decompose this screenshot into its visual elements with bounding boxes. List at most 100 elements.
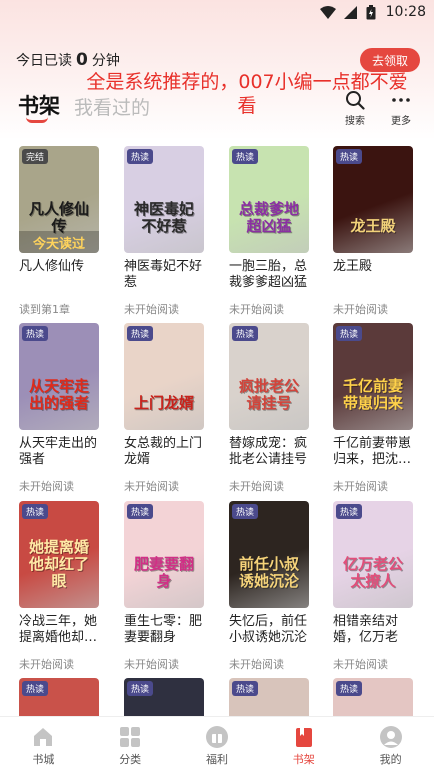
- book-cover[interactable]: 热读她提离婚他却红了眼: [19, 501, 99, 608]
- book-tag: 热读: [232, 681, 259, 696]
- book-tag: 热读: [22, 326, 49, 341]
- book-cover[interactable]: 热读龙王殿: [333, 146, 413, 253]
- book-item[interactable]: 热读 神医毒妃不好惹 神医毒妃不好惹 未开始阅读: [124, 146, 204, 317]
- nav-item-1[interactable]: 分类: [87, 717, 174, 771]
- book-cover[interactable]: 热读肥妻要翻身: [124, 501, 204, 608]
- book-tag: 热读: [127, 326, 154, 341]
- status-time: 10:28: [385, 4, 426, 20]
- book-item[interactable]: 热读 龙王殿 龙王殿 未开始阅读: [333, 146, 413, 317]
- book-item[interactable]: 热读 千亿前妻带崽归来千亿前妻带崽归来，把沈… 未开始阅读: [333, 323, 413, 494]
- book-cover[interactable]: 热读从天牢走出的强者: [19, 323, 99, 430]
- tab-bookshelf[interactable]: 书架: [18, 90, 60, 120]
- nav-label: 书架: [292, 753, 315, 766]
- cover-title-art: 亿万老公太撩人: [342, 555, 403, 590]
- read-today-banner: 今天读过: [19, 231, 99, 253]
- book-tag: 热读: [232, 326, 259, 341]
- book-title: 神医毒妃不好惹: [124, 259, 203, 290]
- cover-title-art: 龙王殿: [350, 217, 396, 235]
- nav-label: 分类: [119, 753, 142, 766]
- book-item[interactable]: 热读肥妻要翻身重生七零：肥妻要翻身未开始阅读: [124, 501, 204, 672]
- book-tag: 热读: [336, 504, 363, 519]
- book-cover[interactable]: 热读疯批老公请挂号: [229, 323, 309, 430]
- book-title: 龙王殿: [333, 259, 373, 274]
- nav-item-0[interactable]: 书城: [0, 717, 87, 771]
- read-prefix: 今日已读: [16, 53, 72, 69]
- book-read-status: 未开始阅读: [333, 303, 388, 316]
- book-item[interactable]: 完结 凡人修仙传 今天读过凡人修仙传读到第1章: [19, 146, 99, 317]
- book-title: 替嫁成宠：疯批老公请挂号: [229, 436, 308, 467]
- cover-title-art: 总裁爹地超凶猛: [238, 200, 299, 235]
- book-item[interactable]: 热读 她提离婚他却红了眼 冷战三年，她提离婚他却… 未开始阅读: [19, 501, 99, 672]
- more-button[interactable]: 更多: [384, 90, 418, 127]
- more-label: 更多: [391, 116, 411, 127]
- book-cover[interactable]: 热读亿万老公太撩人: [333, 501, 413, 608]
- nav-label: 福利: [205, 753, 228, 766]
- book-read-status: 未开始阅读: [229, 658, 284, 671]
- book-title: 从天牢走出的强者: [19, 436, 98, 467]
- wifi-icon: [320, 5, 336, 19]
- book-item[interactable]: 热读总裁爹地超凶猛一胞三胎，总裁爹爹超凶猛未开始阅读: [229, 146, 309, 317]
- status-icons: [320, 5, 376, 20]
- book-item[interactable]: 热读亿万老公太撩人相错亲结对婚，亿万老公… 未开始阅读: [333, 501, 413, 672]
- battery-icon: [366, 5, 376, 20]
- cover-title-art: 前任小叔诱她沉沦: [238, 555, 299, 590]
- nav-label: 我的: [379, 753, 402, 766]
- cover-title-art: 疯批老公请挂号: [238, 377, 299, 412]
- book-tag: 热读: [232, 149, 259, 164]
- category-icon: [118, 725, 142, 749]
- read-suffix: 分钟: [91, 53, 120, 69]
- search-button[interactable]: 搜索: [338, 90, 372, 127]
- book-item[interactable]: 热读 上门龙婿 女总裁的上门龙婿 未开始阅读: [124, 323, 204, 494]
- book-read-status: 未开始阅读: [19, 658, 74, 671]
- book-tag: 热读: [127, 149, 154, 164]
- book-tag: 热读: [127, 504, 154, 519]
- cover-title-art: 肥妻要翻身: [133, 555, 194, 590]
- book-tag: 热读: [22, 504, 49, 519]
- book-cover[interactable]: 热读前任小叔诱她沉沦: [229, 501, 309, 608]
- book-title: 凡人修仙传: [19, 259, 85, 274]
- profile-icon: [379, 725, 403, 749]
- nav-item-4[interactable]: 我的: [347, 717, 434, 771]
- book-title: 重生七零：肥妻要翻身: [124, 614, 203, 645]
- book-read-status: 未开始阅读: [333, 480, 388, 493]
- book-item[interactable]: 热读 从天牢走出的强者 从天牢走出的强者 未开始阅读: [19, 323, 99, 494]
- book-title: 千亿前妻带崽归来，把沈…: [333, 436, 412, 467]
- book-tag: 完结: [22, 149, 49, 164]
- more-icon: [392, 98, 410, 102]
- book-tag: 热读: [336, 149, 363, 164]
- cover-title-art: 从天牢走出的强者: [28, 377, 89, 412]
- nav-item-2[interactable]: 福利: [174, 717, 261, 771]
- book-cover[interactable]: 热读总裁爹地超凶猛: [229, 146, 309, 253]
- book-item[interactable]: 热读前任小叔诱她沉沦失忆后，前任小叔诱她沉沦未开始阅读: [229, 501, 309, 672]
- bottom-nav: 书城 分类 福利 书架 我的: [0, 716, 434, 771]
- book-cover[interactable]: 热读神医毒妃不好惹: [124, 146, 204, 253]
- search-label: 搜索: [345, 116, 365, 127]
- book-tag: 热读: [232, 504, 259, 519]
- bookshelf-icon: [292, 725, 316, 749]
- book-tag: 热读: [127, 681, 154, 696]
- book-read-status: 未开始阅读: [124, 658, 179, 671]
- book-cover[interactable]: 热读 千亿前妻带崽归来: [333, 323, 413, 430]
- book-tag: 热读: [336, 681, 363, 696]
- search-icon: [346, 91, 365, 110]
- home-icon: [31, 725, 55, 749]
- nav-label: 书城: [32, 753, 55, 766]
- cover-title-art: 她提离婚他却红了眼: [28, 538, 89, 590]
- nav-item-3[interactable]: 书架: [260, 717, 347, 771]
- book-title: 相错亲结对婚，亿万老公…: [333, 614, 399, 645]
- tab-active-indicator: [26, 117, 48, 123]
- book-title: 一胞三胎，总裁爹爹超凶猛: [229, 259, 308, 290]
- book-cover[interactable]: 热读上门龙婿: [124, 323, 204, 430]
- book-read-status: 未开始阅读: [124, 303, 179, 316]
- book-tag: 热读: [22, 681, 49, 696]
- signal-icon: [344, 5, 357, 19]
- book-title: 失忆后，前任小叔诱她沉沦: [229, 614, 308, 645]
- book-item[interactable]: 热读 疯批老公请挂号 替嫁成宠：疯批老公请挂号 未开始阅读: [229, 323, 309, 494]
- book-cover[interactable]: 完结 凡人修仙传 今天读过: [19, 146, 99, 253]
- book-read-status: 未开始阅读: [229, 303, 284, 316]
- book-read-status: 未开始阅读: [19, 480, 74, 493]
- book-read-status: 读到第1章: [19, 303, 70, 316]
- claim-button[interactable]: 去领取: [360, 48, 420, 72]
- cover-title-art: 神医毒妃不好惹: [133, 200, 194, 235]
- cover-title-art: 上门龙婿: [133, 394, 194, 412]
